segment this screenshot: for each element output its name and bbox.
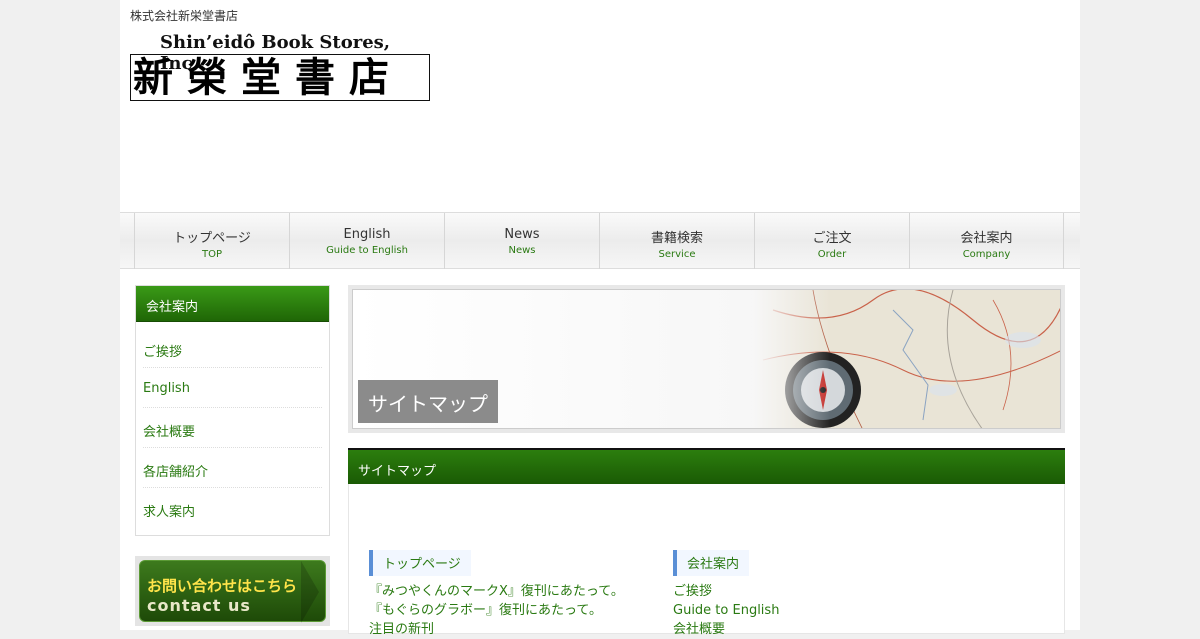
nav-item-sublabel: TOP [201,249,222,260]
nav-item-company[interactable]: 会社案内 Company [909,213,1064,269]
logo-japanese-box: 新榮堂書店 [130,54,430,101]
sidebar-item-recruit[interactable]: 求人案内 [143,488,322,528]
nav-item-english[interactable]: English Guide to English [289,213,444,269]
hero-title: サイトマップ [358,380,498,423]
site-logo[interactable]: Shin’eidô Book Stores, Inc. 新榮堂書店 [130,32,430,102]
arrow-right-icon [301,561,319,623]
sidebar-item-english[interactable]: English [143,368,322,408]
sidebar-company-menu: 会社案内 ご挨拶 English 会社概要 各店舗紹介 求人案内 [135,285,330,536]
sitemap-heading-top[interactable]: トップページ [369,550,471,576]
sidebar-item-company-overview[interactable]: 会社概要 [143,408,322,448]
sitemap-links-top: 『みつやくんのマークⅩ』復刊にあたって。 『もぐらのグラボー』復刊にあたって。 … [369,582,659,639]
nav-item-sublabel: Service [658,249,696,260]
header: 株式会社新栄堂書店 Shin’eidô Book Stores, Inc. 新榮… [120,0,1080,212]
map-compass-image [753,290,1060,428]
nav-item-label: English [343,227,391,242]
company-tagline: 株式会社新栄堂書店 [130,9,239,23]
nav-item-label: News [504,227,540,242]
sitemap-column-company: 会社案内 ご挨拶 Guide to English 会社概要 [673,550,963,639]
nav-item-order[interactable]: ご注文 Order [754,213,909,269]
sitemap-heading-company[interactable]: 会社案内 [673,550,750,576]
contact-banner-jp-text: お問い合わせはこちら [147,577,298,595]
nav-item-sublabel: Order [817,249,847,260]
sitemap-link[interactable]: 『みつやくんのマークⅩ』復刊にあたって。 [369,582,659,601]
contact-banner-en-text: contact us [147,596,251,615]
section-title-bar: サイトマップ [348,448,1065,484]
sitemap-column-top: トップページ 『みつやくんのマークⅩ』復刊にあたって。 『もぐらのグラボー』復刊… [369,550,659,639]
global-nav: トップページ TOP English Guide to English News… [120,212,1080,269]
nav-item-sublabel: Company [962,249,1011,260]
nav-item-sublabel: News [508,245,536,256]
logo-japanese-text: 新榮堂書店 [133,54,403,101]
contact-banner: お問い合わせはこちら contact us [135,556,330,626]
sitemap-links-company: ご挨拶 Guide to English 会社概要 [673,582,963,639]
sitemap-link[interactable]: Guide to English [673,601,963,620]
sitemap-link[interactable]: ご挨拶 [673,582,963,601]
contact-us-button[interactable]: お問い合わせはこちら contact us [139,560,326,623]
nav-item-book-search[interactable]: 書籍検索 Service [599,213,754,269]
sidebar-item-stores[interactable]: 各店舗紹介 [143,448,322,488]
nav-item-sublabel: Guide to English [326,245,408,256]
page: 株式会社新栄堂書店 Shin’eidô Book Stores, Inc. 新榮… [120,0,1080,637]
nav-item-label: 書籍検索 [650,231,703,246]
sidebar-list: ご挨拶 English 会社概要 各店舗紹介 求人案内 [136,322,329,528]
nav-item-label: ご注文 [812,231,852,246]
sitemap-link[interactable]: 『もぐらのグラボー』復刊にあたって。 [369,601,659,620]
nav-item-top[interactable]: トップページ TOP [134,213,289,269]
nav-item-news[interactable]: News News [444,213,599,269]
nav-item-label: 会社案内 [960,231,1013,246]
sidebar-item-greeting[interactable]: ご挨拶 [143,328,322,368]
sidebar-title: 会社案内 [136,286,329,322]
page-hero: サイトマップ [348,285,1065,433]
nav-item-label: トップページ [173,231,251,246]
sitemap-body: トップページ 『みつやくんのマークⅩ』復刊にあたって。 『もぐらのグラボー』復刊… [348,484,1065,637]
